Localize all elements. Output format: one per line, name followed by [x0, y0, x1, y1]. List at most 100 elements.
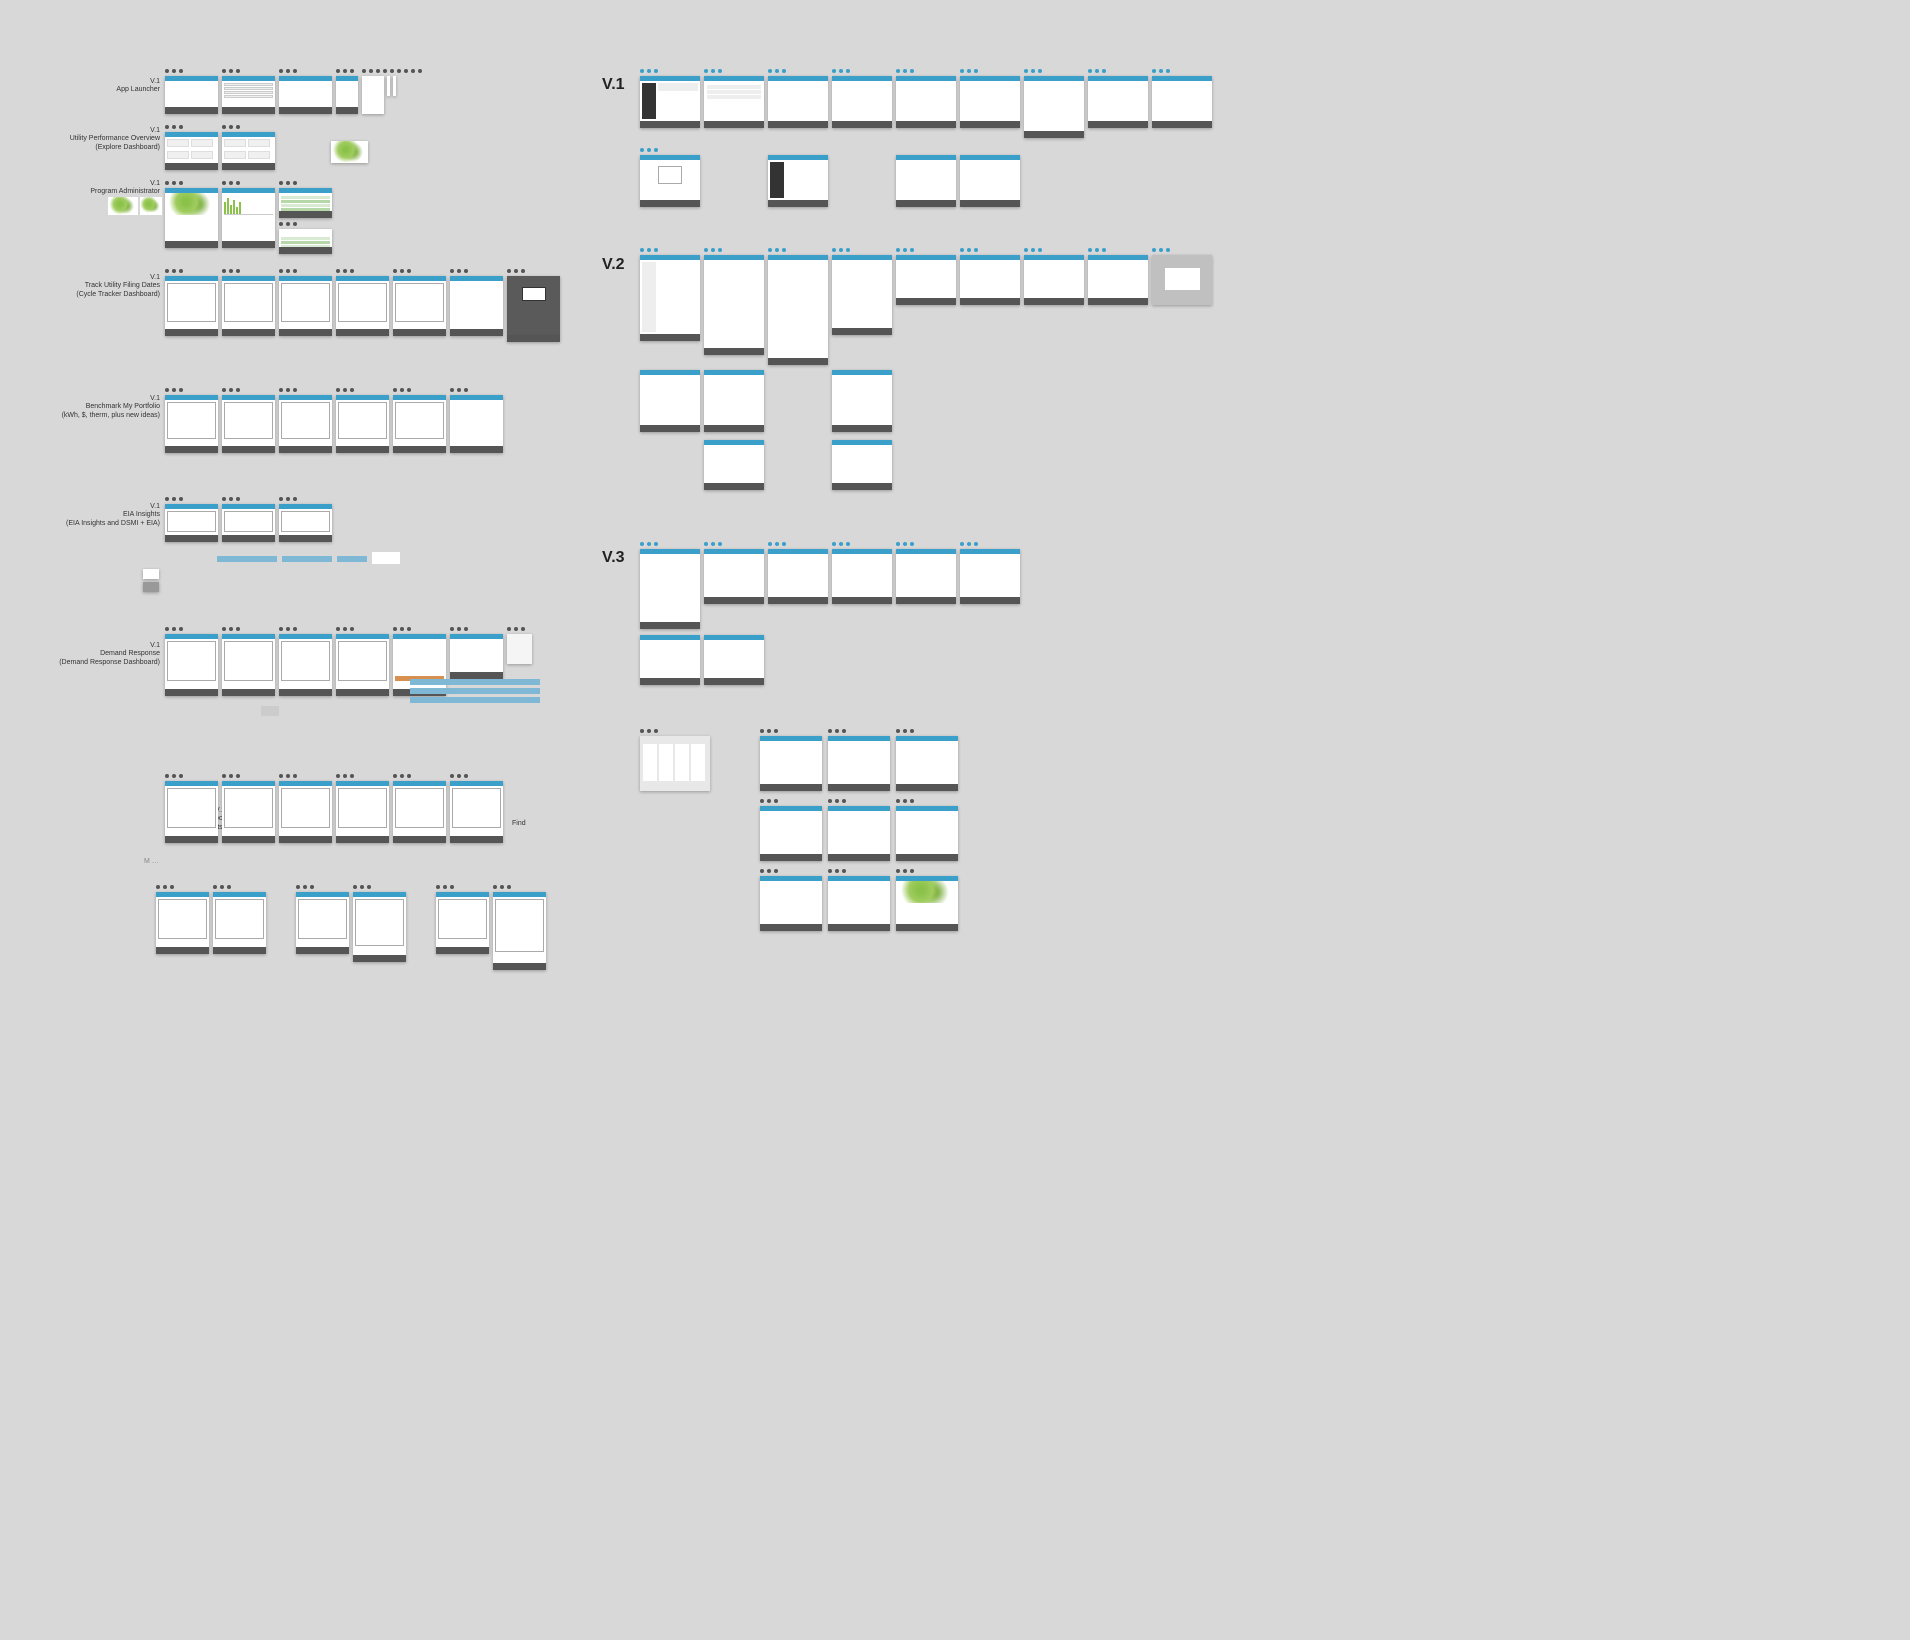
thumb-app-launcher-7[interactable]: [393, 76, 396, 96]
thumb-eia-3[interactable]: [279, 504, 332, 542]
thumb-r1b-1[interactable]: [640, 155, 700, 207]
thumb-upo-2[interactable]: [222, 132, 275, 170]
thumb-r1-1[interactable]: [640, 76, 700, 128]
thumb-bm-3[interactable]: [279, 395, 332, 453]
thumb-rg-0[interactable]: [640, 736, 710, 791]
thumb-bm-2[interactable]: [222, 395, 275, 453]
thumb-rg-3[interactable]: [896, 736, 958, 791]
thumb-eia-small-1[interactable]: [143, 569, 159, 579]
thumb-r3b-1[interactable]: [640, 635, 700, 685]
thumb-eia-2[interactable]: [222, 504, 275, 542]
thumb-r2-8[interactable]: [1088, 255, 1148, 305]
thumb-r1-4[interactable]: [832, 76, 892, 128]
thumb-ct-2[interactable]: [222, 276, 275, 336]
thumb-dr-1[interactable]: [165, 634, 218, 696]
thumb-ct-3[interactable]: [279, 276, 332, 336]
thumb-app-launcher-5[interactable]: [362, 76, 384, 114]
thumb-app-launcher-4[interactable]: [336, 76, 358, 114]
thumb-b-3[interactable]: [296, 892, 349, 954]
thumb-bm-1[interactable]: [165, 395, 218, 453]
thumb-b-2[interactable]: [213, 892, 266, 954]
thumb-r2b-1[interactable]: [640, 370, 700, 432]
thumb-bm-5[interactable]: [393, 395, 446, 453]
thumb-r1b-2[interactable]: [768, 155, 828, 207]
thumb-rg-4[interactable]: [760, 806, 822, 861]
design-canvas[interactable]: V.1App Launcher V.1Utility Performance O…: [0, 0, 1910, 1640]
thumb-doc-6[interactable]: [450, 781, 503, 843]
thumb-app-launcher-1[interactable]: [165, 76, 218, 114]
thumb-r3-2[interactable]: [704, 549, 764, 604]
thumb-r2b-2[interactable]: [704, 370, 764, 432]
thumb-r1-3[interactable]: [768, 76, 828, 128]
thumb-rg-1[interactable]: [760, 736, 822, 791]
thumb-r3-4[interactable]: [832, 549, 892, 604]
thumb-r2-9[interactable]: [1152, 255, 1212, 305]
thumb-r2-2[interactable]: [704, 255, 764, 355]
thumb-eia-small-2[interactable]: [143, 582, 159, 592]
thumb-doc-5[interactable]: [393, 781, 446, 843]
thumb-upo-1[interactable]: [165, 132, 218, 170]
thumb-r3-1[interactable]: [640, 549, 700, 629]
thumb-r2-5[interactable]: [896, 255, 956, 305]
thumb-dr-2[interactable]: [222, 634, 275, 696]
thumb-r2-4[interactable]: [832, 255, 892, 335]
thumb-r2-3[interactable]: [768, 255, 828, 365]
thumb-rg-8[interactable]: [828, 876, 890, 931]
thumb-r1b-3[interactable]: [896, 155, 956, 207]
thumb-b-1[interactable]: [156, 892, 209, 954]
thumb-ct-7[interactable]: [507, 276, 560, 342]
thumb-pa-4[interactable]: [279, 229, 332, 254]
thumb-r1-9[interactable]: [1152, 76, 1212, 128]
thumb-pa-map-a[interactable]: [108, 197, 138, 215]
thumb-doc-1[interactable]: [165, 781, 218, 843]
thumb-upo-map[interactable]: [331, 141, 368, 163]
thumb-b-6[interactable]: [493, 892, 546, 970]
thumb-pa-map-b[interactable]: [140, 197, 162, 215]
thumb-pa-3[interactable]: [279, 188, 332, 218]
thumb-r1-7[interactable]: [1024, 76, 1084, 138]
thumb-rg-7[interactable]: [760, 876, 822, 931]
thumb-doc-3[interactable]: [279, 781, 332, 843]
thumb-pa-2[interactable]: [222, 188, 275, 248]
thumb-eia-frag-2[interactable]: [372, 552, 400, 564]
thumb-doc-2[interactable]: [222, 781, 275, 843]
thumb-bm-4[interactable]: [336, 395, 389, 453]
thumb-r3-3[interactable]: [768, 549, 828, 604]
thumb-ct-6[interactable]: [450, 276, 503, 336]
thumb-eia-1[interactable]: [165, 504, 218, 542]
thumb-b-4[interactable]: [353, 892, 406, 962]
thumb-r2-7[interactable]: [1024, 255, 1084, 305]
thumb-r1-6[interactable]: [960, 76, 1020, 128]
thumb-r2c-2[interactable]: [832, 440, 892, 490]
thumb-r1b-4[interactable]: [960, 155, 1020, 207]
thumb-rg-6[interactable]: [896, 806, 958, 861]
thumb-dr-6[interactable]: [450, 634, 503, 679]
thumb-r2c-1[interactable]: [704, 440, 764, 490]
thumb-rg-9[interactable]: [896, 876, 958, 931]
thumb-dr-7[interactable]: [507, 634, 532, 664]
thumb-rg-2[interactable]: [828, 736, 890, 791]
thumb-rg-5[interactable]: [828, 806, 890, 861]
thumb-r1-8[interactable]: [1088, 76, 1148, 128]
thumb-dr-4[interactable]: [336, 634, 389, 696]
thumb-eia-frag-1[interactable]: [180, 554, 214, 564]
thumb-dr-3[interactable]: [279, 634, 332, 696]
thumb-app-launcher-2[interactable]: [222, 76, 275, 114]
thumb-pa-1[interactable]: [165, 188, 218, 248]
thumb-dr-tiny[interactable]: [261, 706, 279, 716]
thumb-app-launcher-3[interactable]: [279, 76, 332, 114]
thumb-r3-6[interactable]: [960, 549, 1020, 604]
thumb-ct-5[interactable]: [393, 276, 446, 336]
thumb-bm-6[interactable]: [450, 395, 503, 453]
thumb-app-launcher-6[interactable]: [387, 76, 390, 96]
thumb-r2-6[interactable]: [960, 255, 1020, 305]
thumb-r2-1[interactable]: [640, 255, 700, 341]
thumb-r3-5[interactable]: [896, 549, 956, 604]
thumb-ct-4[interactable]: [336, 276, 389, 336]
thumb-doc-4[interactable]: [336, 781, 389, 843]
thumb-r1-2[interactable]: [704, 76, 764, 128]
thumb-dr-5[interactable]: [393, 634, 446, 696]
thumb-ct-1[interactable]: [165, 276, 218, 336]
thumb-b-5[interactable]: [436, 892, 489, 954]
thumb-r2b-3[interactable]: [832, 370, 892, 432]
